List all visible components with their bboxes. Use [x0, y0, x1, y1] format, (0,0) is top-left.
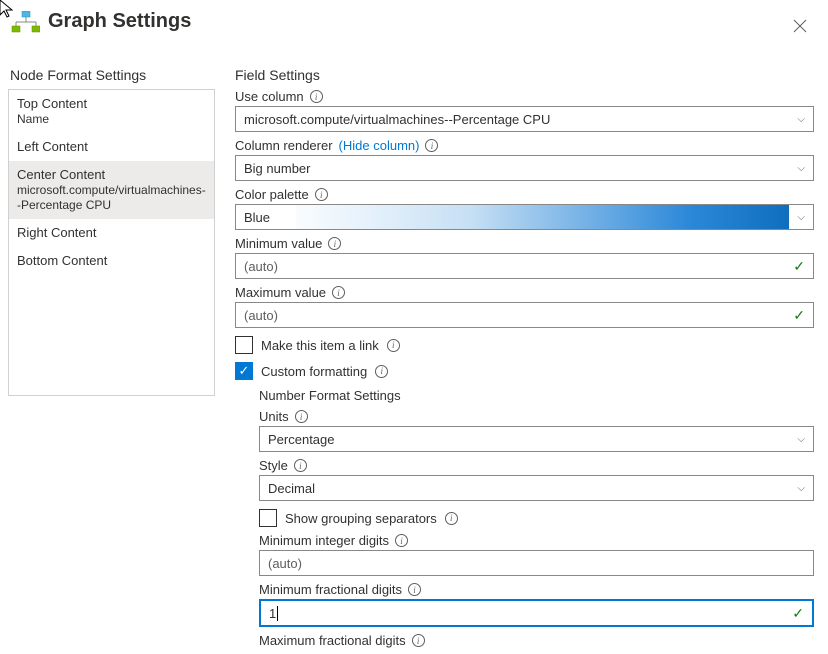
chevron-down-icon: ⌵	[797, 114, 805, 125]
info-icon[interactable]: i	[332, 286, 345, 299]
column-renderer-label: Column renderer	[235, 138, 333, 153]
min-integer-placeholder: (auto)	[268, 556, 302, 571]
sidebar-item-label: Top Content	[17, 96, 206, 112]
min-value-label: Minimum value	[235, 236, 322, 251]
units-select[interactable]: Percentage ⌵	[259, 426, 814, 452]
max-value-placeholder: (auto)	[244, 308, 278, 323]
style-label: Style	[259, 458, 288, 473]
show-grouping-label: Show grouping separators	[285, 511, 437, 526]
gradient-preview	[296, 205, 789, 229]
info-icon[interactable]: i	[310, 90, 323, 103]
graph-icon	[10, 11, 40, 33]
info-icon[interactable]: i	[315, 188, 328, 201]
use-column-select[interactable]: microsoft.compute/virtualmachines--Perce…	[235, 106, 814, 132]
chevron-down-icon: ⌵	[797, 483, 805, 494]
chevron-down-icon: ⌵	[797, 163, 805, 174]
close-button[interactable]	[788, 14, 812, 38]
info-icon[interactable]: i	[328, 237, 341, 250]
color-palette-value: Blue	[244, 210, 270, 225]
chevron-down-icon: ⌵	[797, 434, 805, 445]
info-icon[interactable]: i	[375, 365, 388, 378]
hide-column-link[interactable]: (Hide column)	[339, 138, 420, 153]
show-grouping-checkbox[interactable]	[259, 509, 277, 527]
custom-formatting-label: Custom formatting	[261, 364, 367, 379]
sidebar-item-label: Left Content	[17, 139, 206, 155]
max-value-label: Maximum value	[235, 285, 326, 300]
info-icon[interactable]: i	[408, 583, 421, 596]
min-fractional-value: 1	[269, 606, 278, 621]
field-settings-title: Field Settings	[235, 67, 814, 83]
sidebar-item-sub: microsoft.compute/virtualmachines--Perce…	[17, 183, 206, 213]
min-fractional-input[interactable]: 1 ✓	[259, 599, 814, 627]
info-icon[interactable]: i	[395, 534, 408, 547]
max-value-input[interactable]: (auto) ✓	[235, 302, 814, 328]
info-icon[interactable]: i	[445, 512, 458, 525]
style-select[interactable]: Decimal ⌵	[259, 475, 814, 501]
min-integer-input[interactable]: (auto)	[259, 550, 814, 576]
checkmark-icon: ✓	[793, 258, 805, 275]
sidebar-item-bottom-content[interactable]: Bottom Content	[9, 247, 214, 275]
min-value-input[interactable]: (auto) ✓	[235, 253, 814, 279]
number-format-title: Number Format Settings	[259, 388, 814, 403]
make-link-checkbox[interactable]	[235, 336, 253, 354]
sidebar-item-label: Bottom Content	[17, 253, 206, 269]
sidebar-item-top-content[interactable]: Top Content Name	[9, 90, 214, 133]
make-link-label: Make this item a link	[261, 338, 379, 353]
color-palette-label: Color palette	[235, 187, 309, 202]
color-palette-select[interactable]: Blue ⌵	[235, 204, 814, 230]
sidebar-item-sub: Name	[17, 112, 206, 127]
info-icon[interactable]: i	[294, 459, 307, 472]
sidebar-item-label: Right Content	[17, 225, 206, 241]
info-icon[interactable]: i	[425, 139, 438, 152]
sidebar-list: Top Content Name Left Content Center Con…	[8, 89, 215, 396]
min-value-placeholder: (auto)	[244, 259, 278, 274]
sidebar-item-label: Center Content	[17, 167, 206, 183]
info-icon[interactable]: i	[412, 634, 425, 647]
units-value: Percentage	[268, 432, 335, 447]
column-renderer-value: Big number	[244, 161, 310, 176]
custom-formatting-checkbox[interactable]: ✓	[235, 362, 253, 380]
info-icon[interactable]: i	[387, 339, 400, 352]
checkmark-icon: ✓	[792, 605, 804, 622]
use-column-value: microsoft.compute/virtualmachines--Perce…	[244, 112, 550, 127]
checkmark-icon: ✓	[793, 307, 805, 324]
min-integer-label: Minimum integer digits	[259, 533, 389, 548]
min-fractional-label: Minimum fractional digits	[259, 582, 402, 597]
chevron-down-icon: ⌵	[797, 212, 805, 223]
style-value: Decimal	[268, 481, 315, 496]
units-label: Units	[259, 409, 289, 424]
page-title: Graph Settings	[48, 10, 191, 33]
sidebar-item-center-content[interactable]: Center Content microsoft.compute/virtual…	[9, 161, 214, 219]
sidebar-item-left-content[interactable]: Left Content	[9, 133, 214, 161]
column-renderer-select[interactable]: Big number ⌵	[235, 155, 814, 181]
use-column-label: Use column	[235, 89, 304, 104]
sidebar-item-right-content[interactable]: Right Content	[9, 219, 214, 247]
sidebar-title: Node Format Settings	[8, 67, 215, 83]
max-fractional-label: Maximum fractional digits	[259, 633, 406, 648]
info-icon[interactable]: i	[295, 410, 308, 423]
